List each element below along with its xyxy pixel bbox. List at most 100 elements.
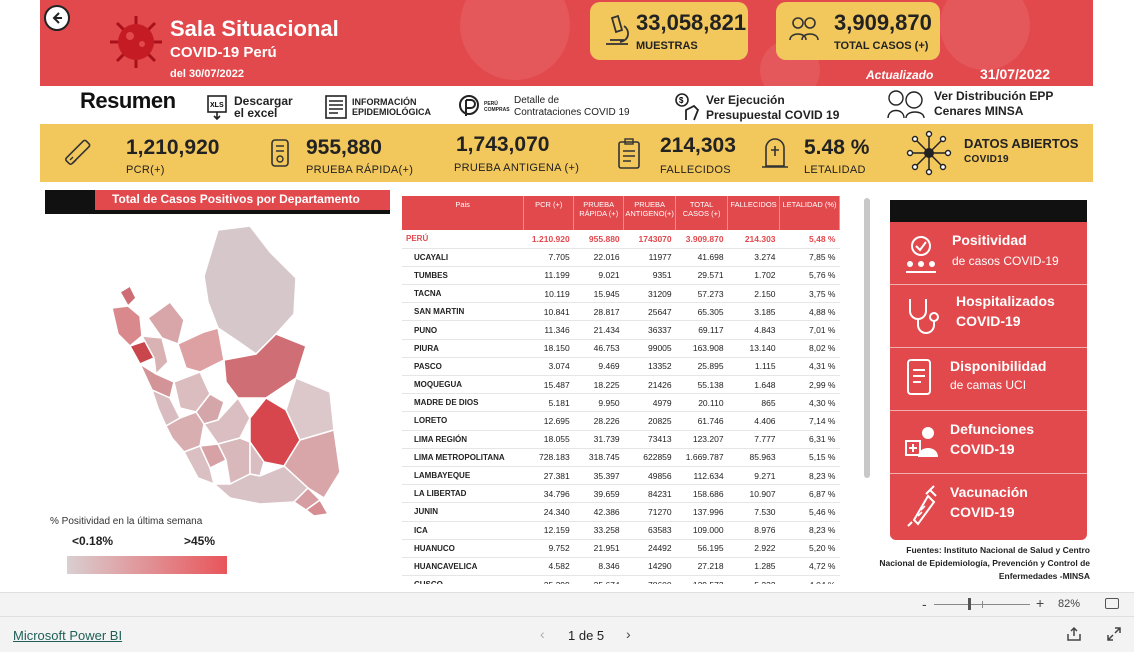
table-row[interactable]: SAN MARTIN 10.841 28.817 25647 65.305 3.185 4,… bbox=[402, 302, 840, 322]
table-row[interactable]: CUSCO25.29925.67478600129.5735.2324,04 % bbox=[402, 575, 840, 584]
table-total-row[interactable]: PERÚ 1.210.920 955.880 1743070 3.909.870 214.… bbox=[402, 230, 840, 249]
department-name-cell: LIMA METROPOLITANA bbox=[402, 448, 524, 467]
share-icon[interactable] bbox=[1066, 626, 1082, 642]
table-cell: 28.817 bbox=[573, 302, 624, 322]
table-row[interactable]: LA LIBERTAD 34.796 39.659 84231 158.686 10.90… bbox=[402, 484, 840, 504]
department-table[interactable]: Pais PCR (+) PRUEBA RÁPIDA (+) PRUEBA ANTIG… bbox=[402, 196, 840, 584]
vacunacion-button[interactable]: Vacunación COVID-19 bbox=[890, 474, 1087, 537]
table-row[interactable]: MADRE DE DIOS 5.181 9.950 4979 20.110 865 4,30… bbox=[402, 393, 840, 413]
table-header-cell[interactable]: FALLECIDOS bbox=[727, 196, 781, 230]
epp-icon bbox=[887, 90, 925, 119]
defunciones-button[interactable]: Defunciones COVID-19 bbox=[890, 411, 1087, 474]
table-cell: 3.274 bbox=[727, 248, 780, 267]
table-row[interactable]: TACNA 10.119 15.945 31209 57.273 2.150 3,75 % bbox=[402, 284, 840, 304]
table-row[interactable]: HUANUCO 9.752 21.951 24492 56.195 2.922 5,20 % bbox=[402, 539, 840, 558]
peru-choropleth-map[interactable] bbox=[100, 222, 346, 516]
table-row[interactable]: PUNO 11.346 21.434 36337 69.117 4.843 7,01 % bbox=[402, 320, 840, 340]
expand-icon[interactable] bbox=[1106, 626, 1122, 642]
back-button[interactable] bbox=[44, 5, 70, 31]
table-row[interactable]: UCAYALI 7.705 22.016 11977 41.698 3.274 7,85 % bbox=[402, 248, 840, 267]
epp-line1: Ver Distribución EPP bbox=[934, 88, 1054, 103]
table-cell: 33.258 bbox=[573, 521, 624, 540]
table-cell: 5,15 % bbox=[779, 448, 840, 467]
zoom-out-button[interactable]: - bbox=[922, 596, 927, 612]
region-piura[interactable] bbox=[111, 305, 143, 348]
defunciones-line2: COVID-19 bbox=[950, 441, 1015, 457]
ejecucion-line1: Ver Ejecución bbox=[706, 92, 785, 107]
table-row[interactable]: JUNIN 24.340 42.386 71270 137.996 7.530 5,46 % bbox=[402, 502, 840, 522]
region-san-martin[interactable] bbox=[177, 327, 225, 373]
navigation-panel: Positividad de casos COVID-19 Hospitaliz… bbox=[890, 200, 1087, 540]
positividad-line1: Positividad bbox=[952, 232, 1027, 248]
table-row[interactable]: PASCO 3.074 9.469 13352 25.895 1.115 4,31 % bbox=[402, 357, 840, 377]
distribucion-epp-link[interactable]: Ver Distribución EPP Cenares MINSA bbox=[884, 88, 1054, 119]
table-header-cell[interactable]: PRUEBA ANTIGENO(+) bbox=[623, 196, 677, 230]
department-name-cell: LAMBAYEQUE bbox=[402, 466, 524, 486]
table-cell: 13.140 bbox=[727, 339, 780, 358]
prev-page-button[interactable]: ‹ bbox=[540, 626, 545, 642]
epidemiology-info-link[interactable]: INFORMACIÓN EPIDEMIOLÓGICA bbox=[324, 92, 431, 122]
region-tumbes[interactable] bbox=[118, 284, 137, 308]
table-cell: 15.487 bbox=[523, 375, 574, 395]
peru-compras-label: PERÚ COMPRAS bbox=[484, 101, 510, 113]
table-header-cell[interactable]: LETALIDAD (%) bbox=[779, 196, 840, 230]
tombstone-icon bbox=[762, 138, 788, 168]
peru-compras-icon bbox=[459, 95, 479, 116]
table-header-cell[interactable]: PRUEBA RÁPIDA (+) bbox=[573, 196, 625, 230]
syringe-icon bbox=[907, 485, 937, 527]
table-cell: 2.150 bbox=[727, 284, 780, 304]
zoom-in-button[interactable]: + bbox=[1036, 595, 1044, 611]
table-cell: 21426 bbox=[623, 375, 676, 395]
table-cell: 57.273 bbox=[675, 284, 728, 304]
zoom-level: 82% bbox=[1058, 598, 1081, 610]
table-cell: 65.305 bbox=[675, 302, 728, 322]
table-cell: 9.950 bbox=[573, 393, 624, 413]
kpi-rapida-label: PRUEBA RÁPIDA(+) bbox=[306, 164, 414, 176]
kpi-fallecidos-label: FALLECIDOS bbox=[660, 164, 731, 176]
page-indicator: 1 de 5 bbox=[568, 628, 605, 643]
kpi-fallecidos: 214,303 FALLECIDOS bbox=[614, 124, 754, 182]
department-name-cell: UCAYALI bbox=[402, 248, 524, 267]
positividad-button[interactable]: Positividad de casos COVID-19 bbox=[890, 222, 1087, 285]
contrataciones-link[interactable]: PERÚ COMPRAS Detalle de Contrataciones CO… bbox=[458, 92, 630, 122]
fit-page-icon[interactable] bbox=[1105, 598, 1119, 609]
table-header-cell[interactable]: TOTAL CASOS (+) bbox=[675, 196, 729, 230]
table-row[interactable]: MOQUEGUA 15.487 18.225 21426 55.138 1.648 2,99… bbox=[402, 375, 840, 395]
table-scrollbar[interactable] bbox=[864, 198, 870, 478]
hospitalizados-button[interactable]: Hospitalizados COVID-19 bbox=[890, 285, 1087, 348]
table-row[interactable]: LIMA REGIÓN 18.055 31.739 73413 123.207 7.777… bbox=[402, 430, 840, 449]
download-excel-link[interactable]: XLS Descargar el excel bbox=[206, 92, 293, 122]
ejecucion-presupuestal-link[interactable]: $ Ver Ejecución Presupuestal COVID 19 bbox=[672, 92, 839, 122]
table-cell: 1.210.920 bbox=[523, 230, 574, 249]
kpi-fallecidos-value: 214,303 bbox=[660, 134, 736, 157]
department-name-cell: PIURA bbox=[402, 339, 524, 358]
table-row[interactable]: LIMA METROPOLITANA 728.183 318.745 622859 1.… bbox=[402, 448, 840, 467]
table-header-cell[interactable]: Pais bbox=[402, 196, 525, 230]
epidemiology-icon bbox=[325, 95, 347, 119]
table-row[interactable]: TUMBES 11.199 9.021 9351 29.571 1.702 5,76 % bbox=[402, 266, 840, 286]
table-cell: 9.752 bbox=[523, 539, 574, 558]
contrataciones-line2: Contrataciones COVID 19 bbox=[514, 107, 630, 118]
table-row[interactable]: LORETO 12.695 28.226 20825 61.746 4.406 7,14 % bbox=[402, 411, 840, 431]
sources-line1: Fuentes: Instituto Nacional de Salud y C… bbox=[906, 545, 1090, 555]
power-bi-link[interactable]: Microsoft Power BI bbox=[13, 628, 122, 643]
table-cell: 1743070 bbox=[623, 230, 676, 249]
table-cell: 11.199 bbox=[523, 266, 574, 286]
table-header-cell[interactable]: PCR (+) bbox=[523, 196, 575, 230]
table-cell: 214.303 bbox=[727, 230, 780, 249]
table-row[interactable]: PIURA 18.150 46.753 99005 163.908 13.140 8,02 … bbox=[402, 339, 840, 358]
table-cell: 5,76 % bbox=[779, 266, 840, 286]
table-row[interactable]: HUANCAVELICA 4.582 8.346 14290 27.218 1.285 4,… bbox=[402, 557, 840, 577]
datos-abiertos-link[interactable]: DATOS ABIERTOS COVID19 bbox=[904, 124, 1093, 182]
table-cell: 12.695 bbox=[523, 411, 574, 431]
table-cell: 73413 bbox=[623, 430, 676, 449]
zoom-slider-thumb[interactable] bbox=[968, 598, 971, 610]
table-cell: 18.150 bbox=[523, 339, 574, 358]
table-row[interactable]: ICA 12.159 33.258 63583 109.000 8.976 8,23 % bbox=[402, 521, 840, 540]
next-page-button[interactable]: › bbox=[626, 626, 631, 642]
table-row[interactable]: LAMBAYEQUE 27.381 35.397 49856 112.634 9.271 8… bbox=[402, 466, 840, 486]
table-cell: 39.659 bbox=[573, 484, 624, 504]
disponibilidad-button[interactable]: Disponibilidad de camas UCI bbox=[890, 348, 1087, 411]
table-cell: 5,46 % bbox=[779, 502, 840, 522]
table-cell: 78600 bbox=[623, 575, 676, 584]
